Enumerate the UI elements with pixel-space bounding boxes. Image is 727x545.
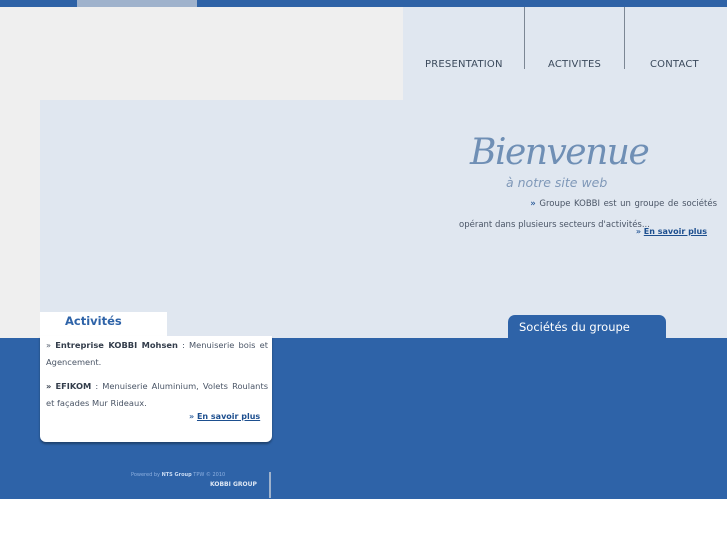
footer-company: KOBBI GROUP [210, 481, 257, 488]
welcome-subtitle: à notre site web [506, 175, 608, 190]
footer-powered-label: Powered by [131, 472, 160, 478]
activities-title: Activités [65, 314, 122, 328]
welcome-title: Bienvenue [470, 132, 650, 173]
top-bar-accent [77, 0, 197, 7]
footer-powered: Powered by NTS Group TPW © 2010 [131, 472, 225, 478]
activities-more: » En savoir plus [189, 412, 260, 421]
raquo-icon: » [46, 381, 52, 391]
nav-presentation-link[interactable]: PRESENTATION [425, 59, 503, 70]
companies-title: Sociétés du groupe [519, 320, 630, 334]
activities-more-link[interactable]: En savoir plus [197, 412, 260, 421]
raquo-icon: » [189, 412, 195, 421]
welcome-more: » En savoir plus [636, 227, 707, 236]
nav-separator [624, 7, 625, 69]
welcome-more-link[interactable]: En savoir plus [644, 227, 707, 236]
nav-activites-link[interactable]: ACTIVITES [548, 59, 601, 70]
activity-item: » EFIKOM : Menuiserie Aluminium, Volets … [46, 378, 268, 411]
raquo-icon: » [46, 340, 52, 350]
main-nav: PRESENTATION ACTIVITES CONTACT [403, 7, 727, 101]
raquo-icon: » [530, 199, 536, 209]
raquo-icon: » [635, 227, 641, 236]
activity-item: » Entreprise KOBBI Mohsen : Menuiserie b… [46, 337, 268, 370]
footer-brand-link[interactable]: NTS Group [162, 472, 192, 478]
welcome-intro-text: Groupe KOBBI est un groupe de sociétés o… [459, 199, 718, 230]
footer-divider [269, 472, 271, 498]
nav-separator [524, 7, 525, 69]
nav-contact-link[interactable]: CONTACT [650, 59, 699, 70]
activity-name: EFIKOM [55, 381, 92, 391]
footer-year: TPW © 2010 [193, 472, 226, 478]
activity-name: Entreprise KOBBI Mohsen [55, 340, 178, 350]
